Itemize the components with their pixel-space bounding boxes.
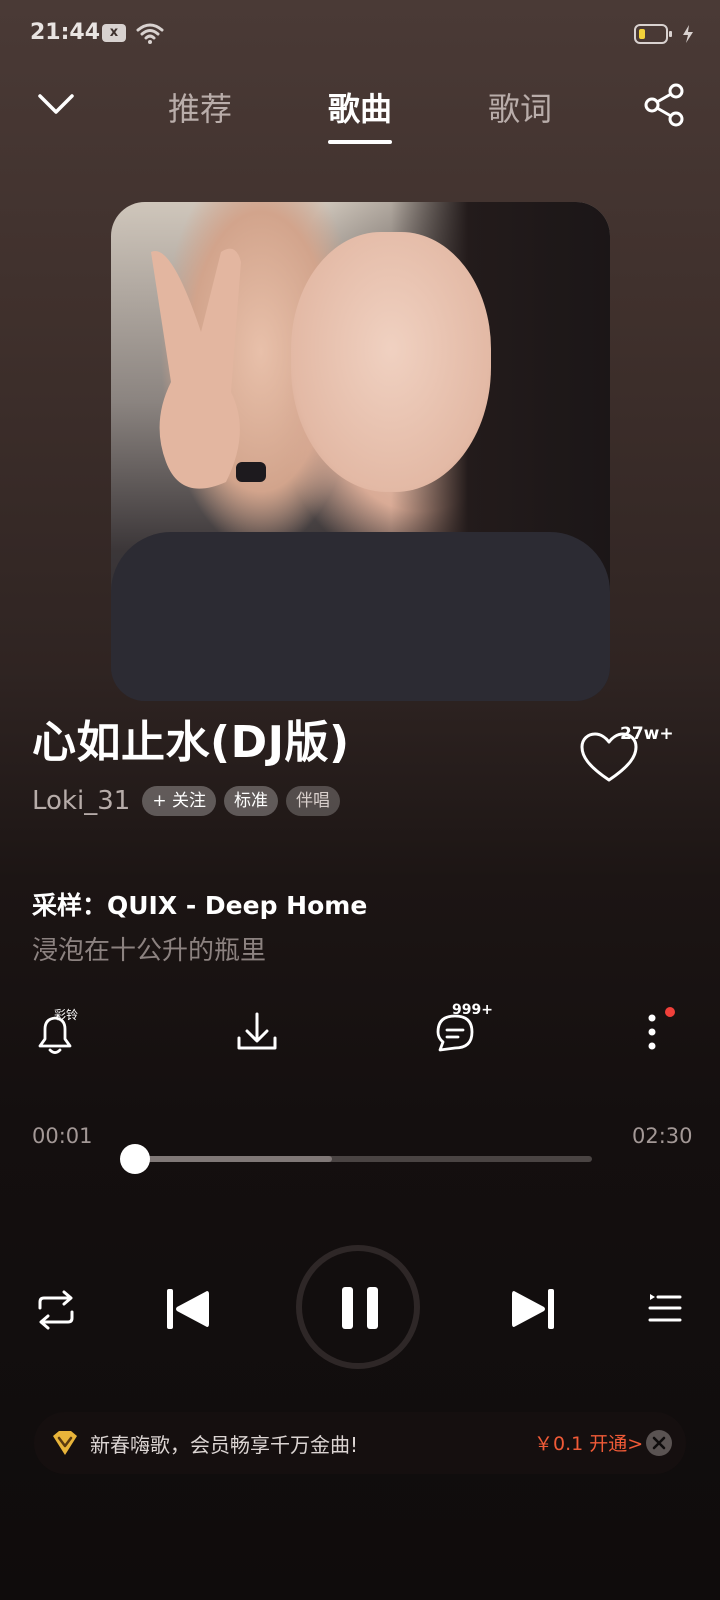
skip-previous-icon[interactable] <box>165 1285 211 1333</box>
sample-info: 采样：QUIX - Deep Home <box>32 891 368 920</box>
album-cover[interactable] <box>111 202 610 701</box>
tab-song[interactable]: 歌曲 <box>328 84 392 130</box>
current-time: 00:01 <box>32 1124 93 1148</box>
cover-shape <box>111 532 610 701</box>
vip-diamond-icon <box>53 1431 77 1455</box>
current-lyric[interactable]: 浸泡在十公升的瓶里 <box>32 930 266 967</box>
active-tab-indicator <box>328 140 392 144</box>
progress-buffer <box>136 1156 333 1162</box>
total-time: 02:30 <box>632 1124 693 1148</box>
cover-shape <box>291 232 491 492</box>
notification-icon: x <box>102 24 126 42</box>
tab-lyrics[interactable]: 歌词 <box>488 84 552 130</box>
pause-icon[interactable] <box>340 1285 380 1331</box>
artist-row: Loki_31 + 关注 标准 伴唱 <box>32 784 340 818</box>
accompaniment-button[interactable]: 伴唱 <box>285 786 340 816</box>
playlist-icon[interactable] <box>648 1290 682 1326</box>
cover-shape <box>151 248 266 489</box>
song-title: 心如止水(DJ版) <box>32 717 350 768</box>
ringtone-label: 彩铃 <box>54 1008 79 1022</box>
tab-recommend[interactable]: 推荐 <box>168 84 232 130</box>
status-time: 21:44 <box>30 20 101 45</box>
promo-cta[interactable]: ￥0.1 开通> <box>534 1429 643 1456</box>
follow-button[interactable]: + 关注 <box>142 786 216 816</box>
comment-count: 999+ <box>452 1002 493 1018</box>
promo-text: 新春嗨歌，会员畅享千万金曲! <box>90 1433 359 1457</box>
skip-next-icon[interactable] <box>510 1285 556 1333</box>
progress-knob[interactable] <box>120 1144 150 1174</box>
battery-level <box>639 29 645 39</box>
like-count: 27w+ <box>620 724 674 744</box>
progress-track[interactable] <box>136 1156 592 1162</box>
artist-name[interactable]: Loki_31 <box>32 786 130 816</box>
download-icon[interactable] <box>232 1008 282 1058</box>
close-icon[interactable] <box>646 1430 672 1456</box>
share-icon[interactable] <box>642 82 688 128</box>
quality-button[interactable]: 标准 <box>223 786 278 816</box>
notification-dot <box>665 1007 675 1017</box>
chevron-down-icon[interactable] <box>36 90 76 120</box>
wifi-icon <box>136 23 164 44</box>
battery-icon <box>634 24 672 44</box>
charging-icon <box>683 25 693 43</box>
repeat-icon[interactable] <box>34 1290 78 1330</box>
